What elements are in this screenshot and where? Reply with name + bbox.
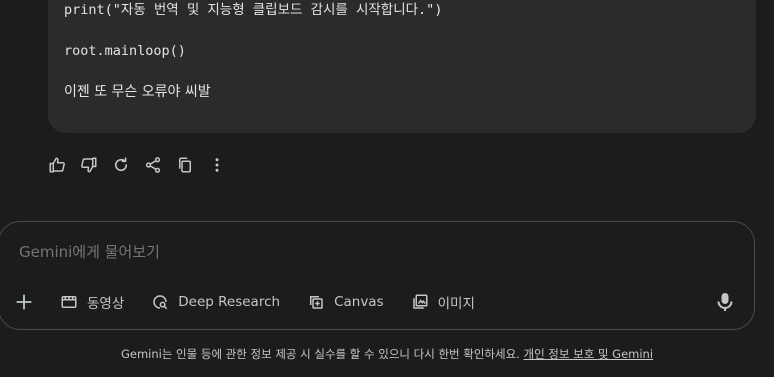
video-icon <box>61 296 77 308</box>
copy-icon[interactable] <box>175 155 195 175</box>
deep-research-button[interactable]: Deep Research <box>151 293 280 311</box>
thumbs-down-icon[interactable] <box>79 155 99 175</box>
privacy-link[interactable]: 개인 정보 보호 및 Gemini <box>523 347 653 361</box>
deep-research-label: Deep Research <box>178 294 281 310</box>
message-text-line: 이젠 또 무슨 오류야 씨발 <box>64 84 211 100</box>
deep-research-icon <box>153 295 168 310</box>
add-button[interactable] <box>13 291 35 313</box>
canvas-label: Canvas <box>334 294 384 310</box>
image-tool-label: 이미지 <box>437 296 475 312</box>
message-actions <box>47 155 227 175</box>
input-toolbar: 동영상 Deep Research Canvas 이미지 <box>13 290 502 314</box>
footer-disclaimer: Gemini는 인물 등에 관한 정보 제공 시 실수를 할 수 있으니 다시 … <box>0 346 774 362</box>
more-vert-icon[interactable] <box>207 155 227 175</box>
footer-disclaimer-text: Gemini는 인물 등에 관한 정보 제공 시 실수를 할 수 있으니 다시 … <box>120 347 520 361</box>
share-icon[interactable] <box>143 155 163 175</box>
regenerate-icon[interactable] <box>111 155 131 175</box>
image-icon <box>412 294 428 309</box>
microphone-icon[interactable] <box>716 292 734 312</box>
plus-icon <box>16 294 32 310</box>
thumbs-up-icon[interactable] <box>47 155 67 175</box>
video-tool-label: 동영상 <box>87 296 125 312</box>
video-tool-button[interactable]: 동영상 <box>60 292 124 312</box>
canvas-button[interactable]: Canvas <box>307 293 384 311</box>
canvas-icon <box>310 296 323 309</box>
user-message-bubble: print("자동 번역 및 지능형 클립보드 감시를 시작합니다.") roo… <box>48 0 756 133</box>
prompt-input-box[interactable]: 동영상 Deep Research Canvas 이미지 <box>0 221 755 330</box>
message-code-line-mainloop: root.mainloop() <box>64 43 186 59</box>
message-code-line-print: print("자동 번역 및 지능형 클립보드 감시를 시작합니다.") <box>64 2 443 18</box>
image-tool-button[interactable]: 이미지 <box>411 292 475 312</box>
prompt-input[interactable] <box>17 242 621 262</box>
